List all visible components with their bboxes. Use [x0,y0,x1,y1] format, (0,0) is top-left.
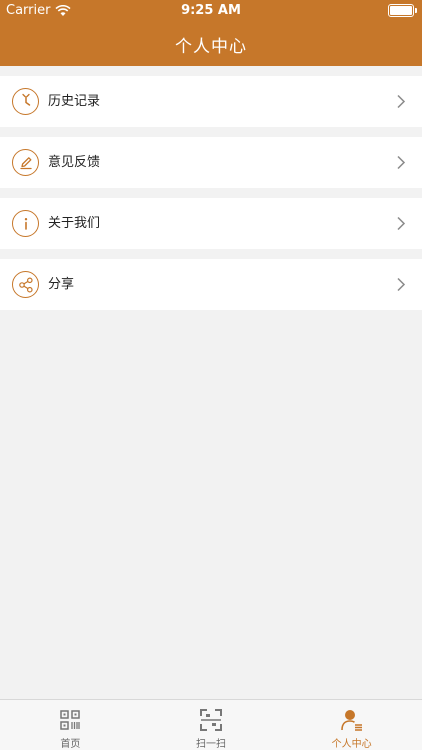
menu-list: 历史记录 意见反馈 关于我们 分享 [0,66,422,310]
chevron-right-icon [397,277,406,292]
info-icon [12,210,39,237]
menu-item-feedback[interactable]: 意见反馈 [0,137,422,188]
tab-profile[interactable]: 个人中心 [281,700,422,750]
menu-label: 关于我们 [48,216,101,231]
menu-item-about[interactable]: 关于我们 [0,198,422,249]
tab-label: 首页 [60,739,81,750]
status-bar: Carrier 9:25 AM [0,0,422,22]
qr-code-icon [60,710,81,730]
menu-label: 历史记录 [48,94,101,109]
chevron-right-icon [397,94,406,109]
tab-label: 个人中心 [331,739,372,750]
battery-icon [388,4,417,17]
chevron-right-icon [397,155,406,170]
tab-label: 扫一扫 [196,739,226,750]
status-time: 9:25 AM [181,3,241,18]
page-title: 个人中心 [175,37,247,57]
tab-scan[interactable]: 扫一扫 [141,700,282,750]
menu-item-history[interactable]: 历史记录 [0,76,422,127]
tab-home[interactable]: 首页 [0,700,141,750]
user-profile-icon [340,710,362,731]
menu-label: 分享 [48,277,75,292]
clock-icon [12,88,39,115]
menu-item-share[interactable]: 分享 [0,259,422,310]
edit-icon [12,149,39,176]
menu-label: 意见反馈 [48,155,101,170]
header: Carrier 9:25 AM 个人中心 [0,0,422,66]
tab-bar: 首页 扫一扫 个人中心 [0,699,422,750]
share-icon [12,271,39,298]
scan-icon [200,709,222,731]
chevron-right-icon [397,216,406,231]
